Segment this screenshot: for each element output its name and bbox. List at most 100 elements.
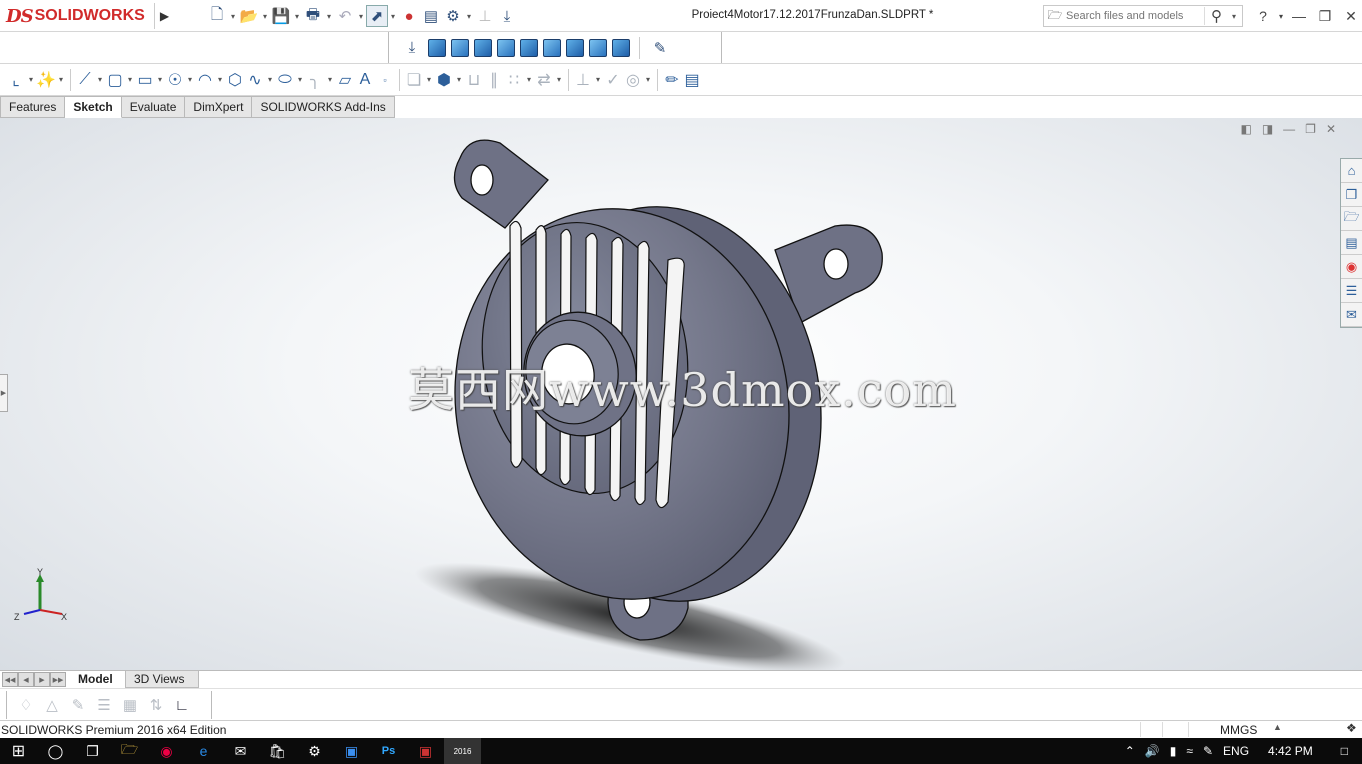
- search-input[interactable]: [1066, 10, 1204, 22]
- search-icon[interactable]: ⚲: [1204, 7, 1228, 25]
- convert-dropdown-icon[interactable]: ▾: [454, 75, 464, 84]
- tab-solidworks-add-ins[interactable]: SOLIDWORKS Add-Ins: [252, 96, 395, 118]
- tab-dimxpert[interactable]: DimXpert: [185, 96, 253, 118]
- snaps-dropdown-icon[interactable]: ▾: [643, 75, 653, 84]
- file-explorer-taskbar-icon[interactable]: 🗁: [111, 738, 148, 764]
- edit-icon[interactable]: ✎: [67, 694, 89, 716]
- graphics-area[interactable]: ◧ ◨ — ❐ ✕ 莫西网www.3dmox.com ⌂ ❐ 🗁 ▤ ◉ ☰ ✉…: [0, 118, 1362, 670]
- move-dropdown-icon[interactable]: ▾: [554, 75, 564, 84]
- rectangle-dropdown-icon[interactable]: ▾: [125, 75, 135, 84]
- arc-icon[interactable]: ◠: [195, 69, 215, 91]
- polygon-icon[interactable]: ⬡: [225, 69, 245, 91]
- new-document-icon[interactable]: 🗋: [206, 5, 228, 27]
- ellipse-dropdown-icon[interactable]: ▾: [295, 75, 305, 84]
- chart-axis-icon[interactable]: ∟: [171, 694, 193, 716]
- lighting-icon[interactable]: △: [41, 694, 63, 716]
- options-dropdown-icon[interactable]: ▾: [464, 12, 474, 21]
- fillet-icon[interactable]: ╮: [305, 69, 325, 91]
- search-folder-icon[interactable]: 🗁: [1044, 6, 1066, 27]
- linear-pattern-icon[interactable]: ∷: [504, 69, 524, 91]
- appearances-icon[interactable]: ◉: [1341, 255, 1362, 279]
- volume-icon[interactable]: 🔊: [1140, 744, 1165, 758]
- language-indicator[interactable]: ENG: [1218, 744, 1254, 758]
- circle-dropdown-icon[interactable]: ▾: [185, 75, 195, 84]
- options-gear-icon[interactable]: ⚙: [442, 5, 464, 27]
- select-dropdown-icon[interactable]: ▾: [388, 12, 398, 21]
- text-icon[interactable]: A: [355, 69, 375, 91]
- isometric-view-icon[interactable]: [566, 38, 584, 57]
- steam-icon[interactable]: ⚙: [296, 738, 333, 764]
- media-app-icon[interactable]: ▣: [333, 738, 370, 764]
- front-view-icon[interactable]: [428, 38, 446, 57]
- search-box[interactable]: 🗁 ⚲ ▾: [1043, 5, 1243, 27]
- bottom-view-icon[interactable]: [543, 38, 561, 57]
- custom-properties-icon[interactable]: ☰: [1341, 279, 1362, 303]
- undo-dropdown-icon[interactable]: ▾: [356, 12, 366, 21]
- windows-start-icon[interactable]: ⊞: [0, 738, 37, 764]
- circle-icon[interactable]: ☉: [165, 69, 185, 91]
- line-icon[interactable]: ⟋: [75, 69, 95, 91]
- file-explorer-icon[interactable]: 🗁: [1341, 207, 1362, 231]
- task-view-icon[interactable]: ❐: [74, 738, 111, 764]
- search-dropdown-icon[interactable]: ▾: [1228, 12, 1240, 21]
- battery-icon[interactable]: ▮: [1165, 744, 1182, 758]
- save-dropdown-icon[interactable]: ▾: [292, 12, 302, 21]
- trim-entities-icon[interactable]: ❏: [404, 69, 424, 91]
- normal-to-icon[interactable]: ⤓: [496, 5, 518, 27]
- help-button[interactable]: ?: [1250, 8, 1276, 24]
- rebuild-traffic-light-icon[interactable]: ●: [398, 5, 420, 27]
- tab-features[interactable]: Features: [0, 96, 66, 118]
- fillet-dropdown-icon[interactable]: ▾: [325, 75, 335, 84]
- trimetric-view-icon[interactable]: [589, 38, 607, 57]
- prev-tab-icon[interactable]: ◀: [18, 672, 34, 687]
- units-caret-icon[interactable]: ▲: [1273, 722, 1282, 732]
- open-folder-icon[interactable]: 📂: [238, 5, 260, 27]
- cortana-search-icon[interactable]: ◯: [37, 738, 74, 764]
- sketch-dropdown-icon[interactable]: ▾: [26, 75, 36, 84]
- tab-evaluate[interactable]: Evaluate: [121, 96, 186, 118]
- clock[interactable]: 4:42 PM: [1254, 744, 1327, 758]
- pattern-dropdown-icon[interactable]: ▾: [524, 75, 534, 84]
- point-icon[interactable]: ▫: [375, 69, 395, 91]
- arc-dropdown-icon[interactable]: ▾: [215, 75, 225, 84]
- slot-dropdown-icon[interactable]: ▾: [155, 75, 165, 84]
- chrome-icon[interactable]: ◉: [148, 738, 185, 764]
- rapid-sketch-icon[interactable]: ✏: [662, 69, 682, 91]
- plane-icon[interactable]: ▱: [335, 69, 355, 91]
- store-icon[interactable]: 🛍: [259, 738, 296, 764]
- instant-2d-icon[interactable]: ▤: [682, 69, 702, 91]
- photoshop-icon[interactable]: Ps: [370, 738, 407, 764]
- offset-entities-icon[interactable]: ⊔: [464, 69, 484, 91]
- pen-icon[interactable]: ✎: [1198, 744, 1218, 758]
- first-tab-icon[interactable]: ◀◀: [2, 672, 18, 687]
- print-icon[interactable]: 🖶: [302, 5, 324, 27]
- save-icon[interactable]: 💾: [270, 5, 292, 27]
- help-dropdown-icon[interactable]: ▾: [1276, 12, 1286, 21]
- edge-icon[interactable]: e: [185, 738, 222, 764]
- print-dropdown-icon[interactable]: ▾: [324, 12, 334, 21]
- slot-icon[interactable]: ▭: [135, 69, 155, 91]
- tab-3d-views[interactable]: 3D Views: [125, 671, 199, 688]
- undo-icon[interactable]: ↶: [334, 5, 356, 27]
- solidworks-resources-icon[interactable]: ⌂: [1341, 159, 1362, 183]
- table-icon[interactable]: ▦: [119, 694, 141, 716]
- quick-snaps-icon[interactable]: ◎: [623, 69, 643, 91]
- hide-show-icon[interactable]: ♢: [15, 694, 37, 716]
- unit-system-selector[interactable]: MMGS: [1220, 723, 1257, 737]
- close-icon[interactable]: ✕: [1338, 8, 1362, 25]
- tab-model[interactable]: Model: [70, 671, 121, 688]
- normal-to-view-icon[interactable]: ⤓: [401, 37, 423, 59]
- ortho-anchor-icon[interactable]: ⊥: [474, 5, 496, 27]
- wifi-icon[interactable]: ≈: [1181, 744, 1198, 758]
- file-properties-icon[interactable]: ▤: [420, 5, 442, 27]
- rectangle-icon[interactable]: ▢: [105, 69, 125, 91]
- ellipse-icon[interactable]: ⬭: [275, 69, 295, 91]
- spline-dropdown-icon[interactable]: ▾: [265, 75, 275, 84]
- design-library-icon[interactable]: ❐: [1341, 183, 1362, 207]
- tray-expand-icon[interactable]: ⌃: [1120, 744, 1140, 758]
- display-style-icon[interactable]: ✎: [649, 37, 671, 59]
- right-view-icon[interactable]: [497, 38, 515, 57]
- menu-expand-arrow-icon[interactable]: ▶: [154, 3, 174, 29]
- mail-icon[interactable]: ✉: [222, 738, 259, 764]
- smart-dimension-icon[interactable]: ✨: [36, 69, 56, 91]
